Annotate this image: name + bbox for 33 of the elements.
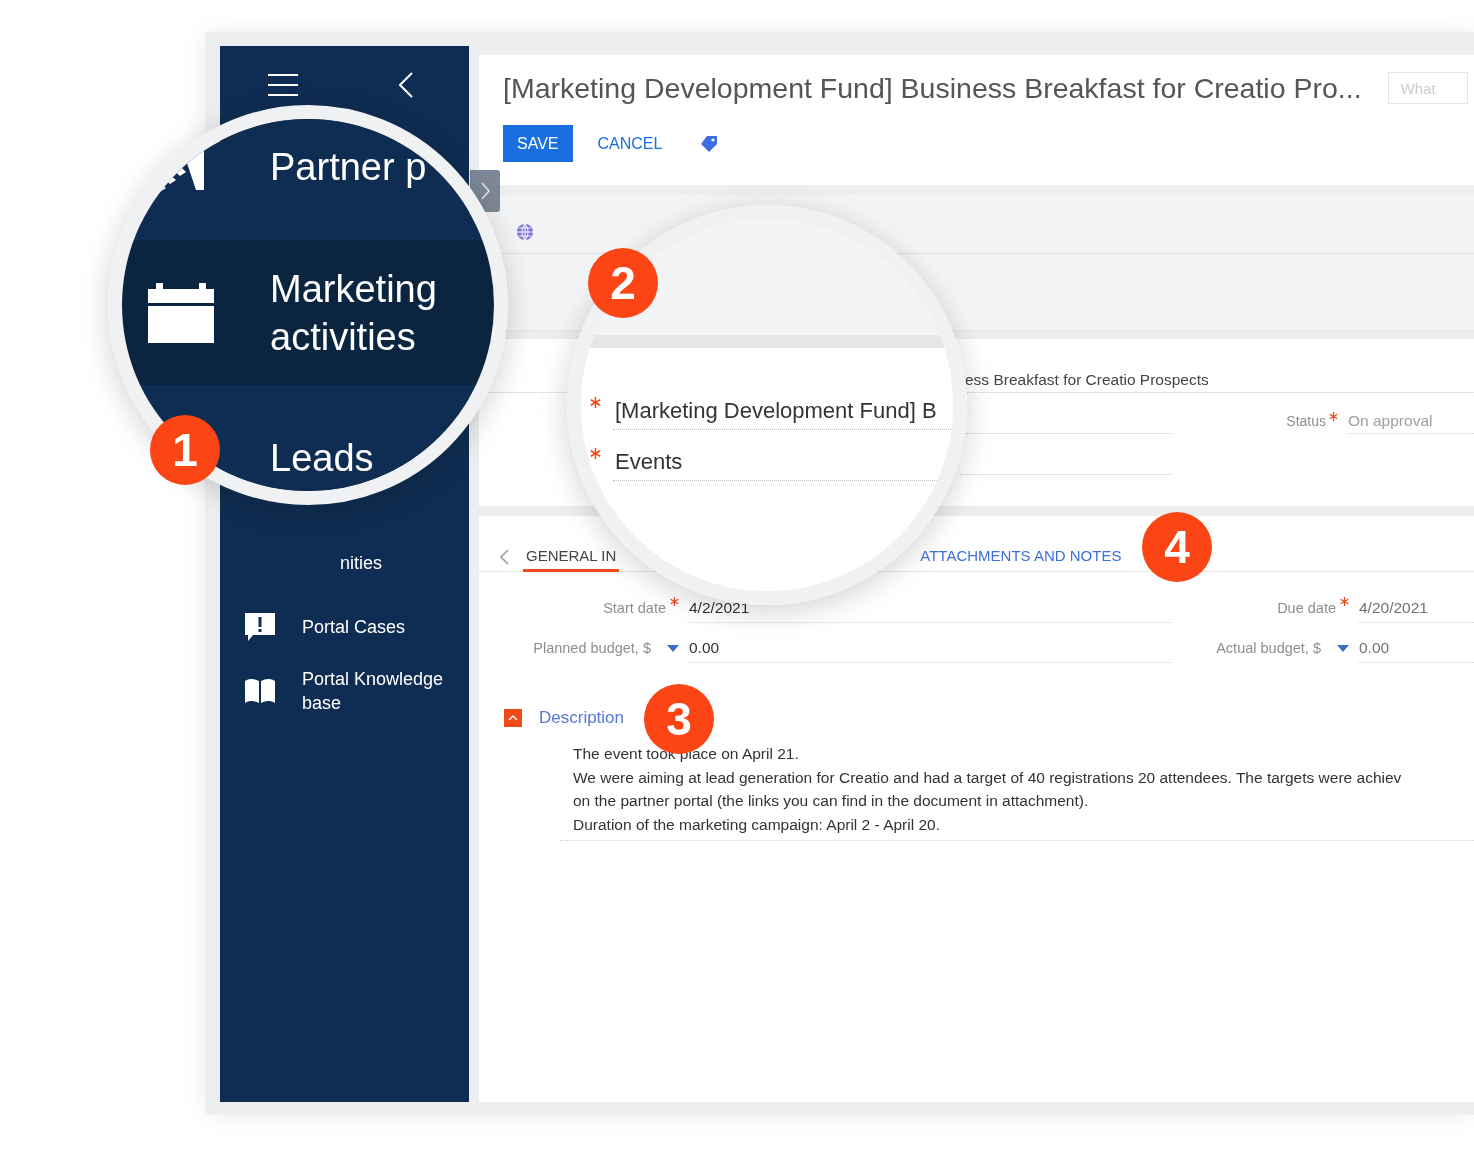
sidebar-item[interactable]: Portal Knowledge base	[302, 667, 462, 715]
section-title[interactable]: Description	[539, 708, 625, 728]
field-value[interactable]: 0.00	[689, 633, 1172, 663]
menu-item[interactable]: Partner p	[270, 142, 427, 191]
menu-icon[interactable]	[268, 73, 298, 96]
field-value[interactable]: Events	[613, 444, 953, 481]
book-icon	[244, 678, 276, 704]
sidebar-item[interactable]: Portal Cases	[302, 615, 406, 639]
field-label: Due date	[1277, 600, 1336, 616]
cancel-button[interactable]: CANCEL	[597, 134, 663, 153]
save-button[interactable]: SAVE	[503, 125, 573, 162]
field-label: Planned budget, $	[533, 640, 651, 656]
caret-icon[interactable]	[667, 644, 679, 652]
field-label: Actual budget, $	[1216, 640, 1321, 656]
sidebar-item[interactable]: nities	[302, 551, 383, 575]
globe-icon[interactable]	[516, 223, 534, 241]
field-value[interactable]: 0.00	[1359, 633, 1474, 663]
collapse-icon[interactable]	[504, 709, 522, 727]
field-value[interactable]: [Marketing Development Fund] B	[613, 393, 953, 430]
tab[interactable]: GENERAL IN	[523, 543, 620, 572]
alert-message-icon	[244, 612, 276, 642]
record-title: [Marketing Development Fund] Business Breakfast for Creatio Pro...	[503, 71, 1362, 105]
menu-item[interactable]: Leads	[270, 434, 374, 482]
status-label: Status	[1286, 413, 1326, 429]
field-value[interactable]: 4/20/2021	[1359, 593, 1474, 623]
name-value[interactable]: ess Breakfast for Creatio Prospects	[965, 370, 1209, 389]
tab[interactable]: ATTACHMENTS AND NOTES	[917, 543, 1125, 572]
tag-icon[interactable]	[699, 135, 718, 152]
chevron-right-icon[interactable]	[480, 182, 490, 200]
field-label: Start date	[603, 600, 666, 616]
caret-icon[interactable]	[1337, 644, 1349, 652]
field-value[interactable]: 4/2/2021	[689, 593, 1172, 623]
calendar-icon	[148, 282, 214, 343]
